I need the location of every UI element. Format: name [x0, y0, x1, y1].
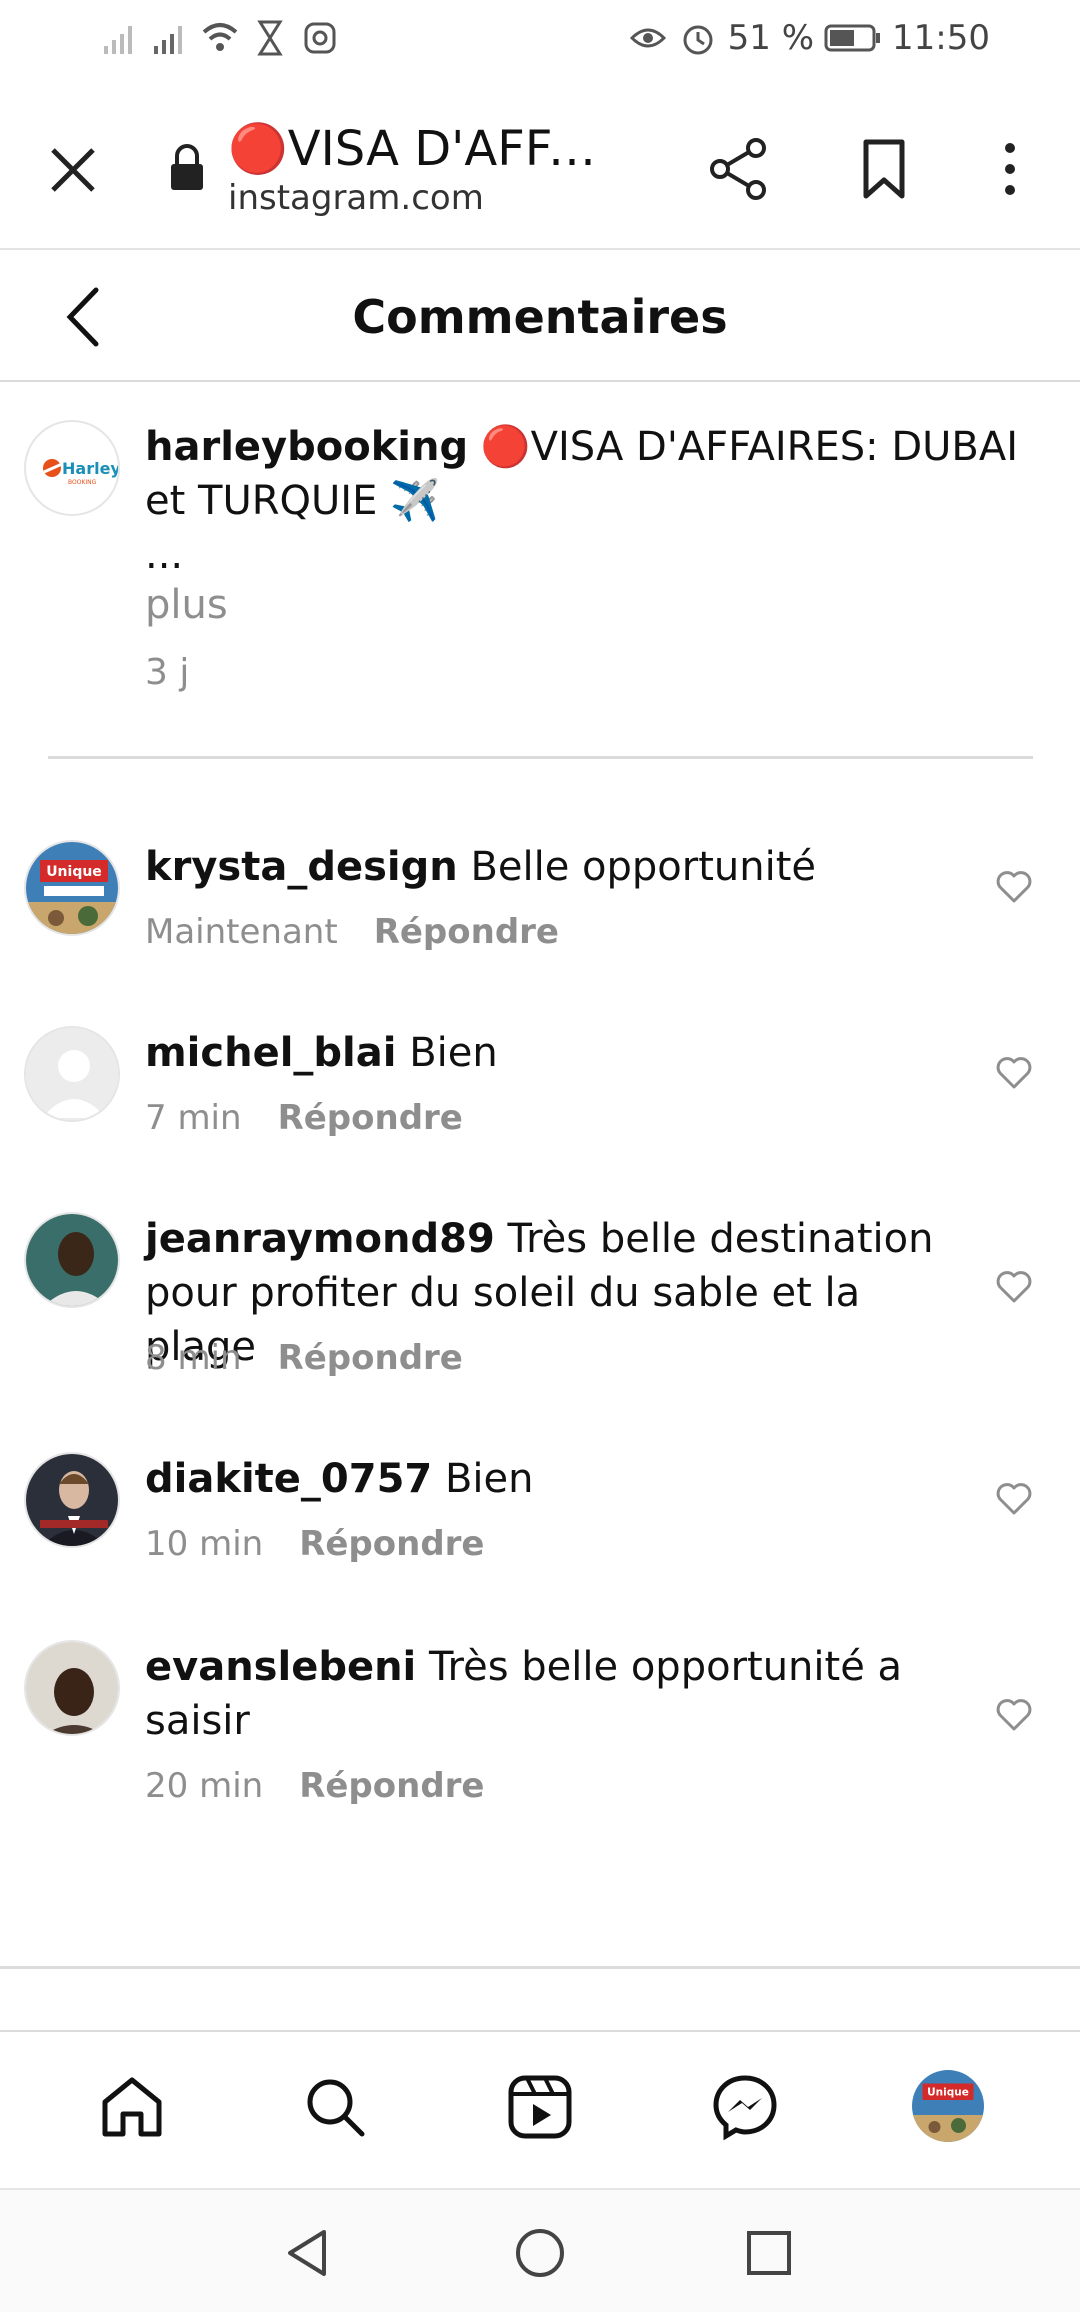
reels-icon[interactable] [505, 2072, 575, 2142]
signal-icon [154, 26, 182, 54]
avatar[interactable]: Harley BOOKING [24, 420, 120, 516]
battery-percent: 51 % [727, 18, 815, 58]
user-photo-icon [26, 1454, 118, 1546]
reply-button[interactable]: Répondre [299, 1524, 484, 1564]
home-circle-icon[interactable] [513, 2226, 567, 2280]
comment-meta: 20 min Répondre [145, 1766, 485, 1806]
signal-icon [104, 26, 132, 54]
more-link[interactable]: plus [145, 582, 228, 628]
instagram-icon [304, 22, 336, 54]
status-icons-left [100, 18, 340, 58]
comment-username[interactable]: michel_blai [145, 1030, 396, 1076]
search-icon[interactable] [300, 2072, 370, 2142]
user-photo-icon [26, 1214, 118, 1306]
comment-username[interactable]: jeanraymond89 [145, 1216, 495, 1262]
comment-text: diakite_0757 Bien [145, 1452, 965, 1506]
comment-meta: 8 min Répondre [145, 1338, 463, 1378]
comment-body: Belle opportunité [470, 844, 817, 890]
reply-button[interactable]: Répondre [299, 1766, 484, 1806]
battery-icon [824, 24, 881, 52]
heart-icon[interactable] [996, 870, 1032, 904]
caption-text: harleybooking 🔴VISA D'AFFAIRES: DUBAI et… [145, 420, 1045, 528]
wifi-icon [202, 23, 238, 51]
browser-toolbar: 🔴VISA D'AFFAIRES: DUBAI et TURQUIE ✈️ in… [0, 80, 1080, 250]
svg-text:Unique: Unique [927, 2087, 969, 2099]
avatar[interactable] [24, 1026, 120, 1122]
eye-icon [629, 28, 666, 48]
comment-meta: Maintenant Répondre [145, 912, 559, 952]
back-triangle-icon[interactable] [280, 2226, 334, 2280]
profile-avatar[interactable]: Unique [912, 2070, 984, 2142]
comment-timestamp: 10 min [145, 1524, 264, 1564]
page-domain: instagram.com [228, 178, 484, 218]
heart-icon[interactable] [996, 1482, 1032, 1516]
status-icons-right: 51 % 11:50 [628, 18, 990, 58]
comment-text: evanslebeni Très belle opportunité a sai… [145, 1640, 965, 1748]
comment-username[interactable]: evanslebeni [145, 1644, 416, 1690]
home-icon[interactable] [97, 2072, 167, 2142]
heart-icon[interactable] [996, 1056, 1032, 1090]
comment-input-divider [0, 1966, 1080, 1969]
svg-text:BOOKING: BOOKING [68, 479, 97, 486]
avatar[interactable] [24, 1640, 120, 1736]
harley-logo-icon: Harley BOOKING [28, 424, 120, 514]
reply-button[interactable]: Répondre [374, 912, 559, 952]
bottom-navigation: Unique [0, 2030, 1080, 2188]
comment-timestamp: 8 min [145, 1338, 242, 1378]
comment-meta: 10 min Répondre [145, 1524, 485, 1564]
comment-username[interactable]: diakite_0757 [145, 1456, 432, 1502]
comment-text: michel_blai Bien [145, 1026, 965, 1080]
heart-icon[interactable] [996, 1270, 1032, 1304]
alarm-icon [683, 25, 713, 55]
comment-text: krysta_design Belle opportunité [145, 840, 965, 894]
caption-timestamp: 3 j [145, 652, 190, 693]
svg-text:Harley: Harley [62, 459, 120, 478]
system-navigation-bar [0, 2188, 1080, 2312]
heart-icon[interactable] [996, 1698, 1032, 1732]
caption-ellipsis: ... [145, 532, 184, 578]
reply-button[interactable]: Répondre [278, 1098, 463, 1138]
clock: 11:50 [892, 18, 990, 58]
comments-header: Commentaires [0, 252, 1080, 382]
more-options-icon[interactable] [985, 136, 1035, 202]
page-title: 🔴VISA D'AFFAIRES: DUBAI et TURQUIE ✈️ [228, 121, 628, 177]
comment-meta: 7 min Répondre [145, 1098, 463, 1138]
bookmark-icon[interactable] [854, 136, 914, 202]
comment-timestamp: 7 min [145, 1098, 242, 1138]
avatar[interactable] [24, 1452, 120, 1548]
unique-logo-icon: Unique [912, 2070, 984, 2142]
status-bar: 51 % 11:50 [0, 0, 1080, 80]
caption-divider [48, 756, 1033, 759]
lock-icon [171, 144, 203, 190]
header-title: Commentaires [352, 290, 728, 344]
comment-body: Bien [409, 1030, 498, 1076]
messenger-icon[interactable] [710, 2072, 780, 2142]
comment-body: Bien [444, 1456, 534, 1502]
recents-square-icon[interactable] [742, 2226, 796, 2280]
user-photo-icon [26, 1642, 118, 1734]
hourglass-icon [257, 20, 283, 56]
svg-text:Unique: Unique [46, 864, 102, 880]
comment-username[interactable]: krysta_design [145, 844, 458, 890]
default-avatar-icon [26, 1028, 118, 1120]
comment-timestamp: 20 min [145, 1766, 264, 1806]
share-icon[interactable] [706, 136, 772, 202]
close-icon[interactable] [45, 142, 101, 198]
avatar[interactable] [24, 1212, 120, 1308]
comment-timestamp: Maintenant [145, 912, 338, 952]
reply-button[interactable]: Répondre [278, 1338, 463, 1378]
caption-username[interactable]: harleybooking [145, 424, 468, 470]
unique-logo-icon: Unique [26, 842, 118, 934]
avatar[interactable]: Unique [24, 840, 120, 936]
